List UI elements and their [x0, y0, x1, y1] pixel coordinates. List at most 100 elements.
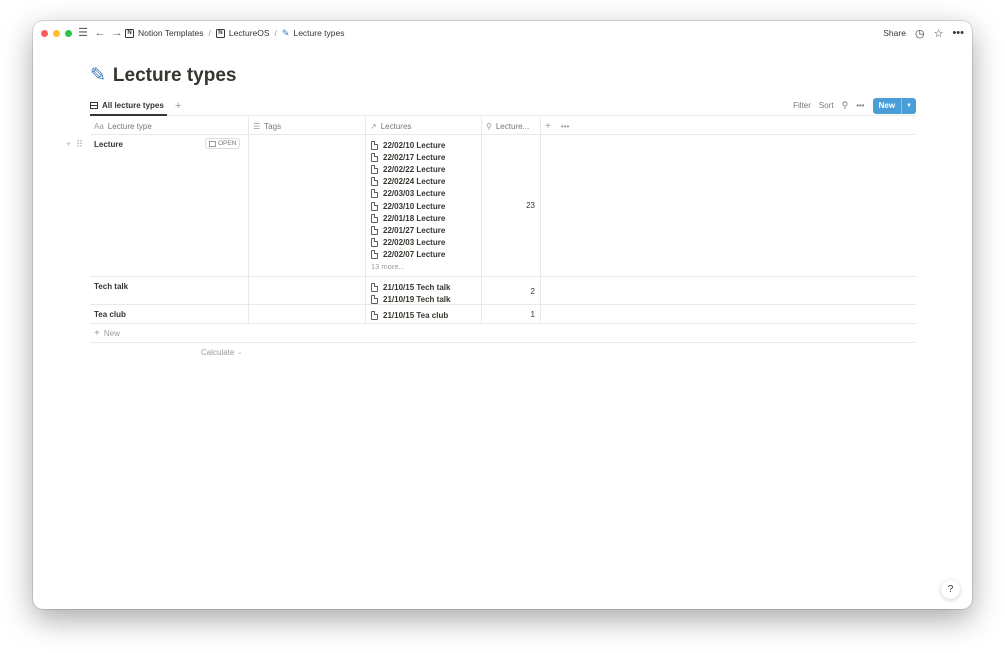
add-property-icon[interactable]: +: [545, 121, 551, 132]
list-item[interactable]: 22/03/10 Lecture: [371, 200, 445, 212]
relation-label: 22/02/07 Lecture: [383, 250, 446, 260]
new-row-label: New: [103, 328, 120, 338]
breadcrumb-label: Lecture types: [293, 28, 345, 38]
cell-lectures[interactable]: 22/02/10 Lecture 22/02/17 Lecture 22/02/…: [366, 135, 482, 276]
list-item[interactable]: 21/10/15 Tech talk: [371, 281, 450, 293]
column-header-actions: + •••: [541, 117, 916, 134]
relation-label: 22/02/22 Lecture: [383, 164, 446, 174]
cell-tags[interactable]: [249, 305, 366, 323]
add-new-row-button[interactable]: + New: [90, 324, 916, 343]
minimize-window-button[interactable]: [53, 30, 60, 37]
add-view-icon[interactable]: +: [175, 100, 181, 112]
table-icon: [90, 102, 98, 109]
row-title[interactable]: Tech talk: [94, 282, 128, 291]
relation-label: 21/10/15 Tech talk: [383, 282, 451, 292]
new-button[interactable]: New ▼: [872, 97, 916, 114]
more-relations-link[interactable]: 13 more...: [371, 262, 445, 271]
list-item[interactable]: 22/01/18 Lecture: [371, 212, 445, 224]
top-bar: ☰ ← → N Notion Templates / N LectureOS /…: [33, 21, 972, 45]
row-handle[interactable]: + ⠿: [66, 139, 83, 150]
drag-handle-icon[interactable]: ⠿: [76, 139, 83, 150]
breadcrumb: N Notion Templates / N LectureOS / ✎ Lec…: [125, 26, 345, 40]
row-title[interactable]: Tea club: [94, 310, 126, 319]
view-actions: Filter Sort ⚲ ••• New ▼: [793, 97, 916, 114]
forward-arrow-icon[interactable]: →: [111, 26, 123, 40]
cell-tags[interactable]: [249, 135, 366, 276]
relation-label: 22/01/27 Lecture: [383, 225, 446, 235]
cell-lecture-type[interactable]: Tea club: [90, 305, 249, 323]
count-value: 2: [530, 287, 535, 296]
breadcrumb-item-lectureos[interactable]: N LectureOS: [215, 28, 270, 38]
more-options-icon[interactable]: •••: [952, 27, 964, 39]
relation-arrow-icon: ↗: [370, 121, 377, 131]
relation-label: 22/02/10 Lecture: [383, 140, 446, 150]
share-button[interactable]: Share: [883, 28, 906, 38]
column-header-lectures[interactable]: ↗ Lectures: [366, 117, 482, 134]
list-item[interactable]: 22/02/03 Lecture: [371, 237, 445, 249]
chevron-down-icon[interactable]: ▼: [901, 97, 916, 114]
star-icon[interactable]: ☆: [934, 27, 944, 40]
pencil-icon[interactable]: ✎: [90, 64, 106, 87]
add-row-icon[interactable]: +: [66, 139, 71, 150]
window-controls: [41, 30, 72, 37]
new-button-label[interactable]: New: [873, 101, 901, 110]
cell-lecture-type[interactable]: Tech talk: [90, 277, 249, 304]
plus-icon: +: [94, 327, 100, 339]
page-icon: [371, 213, 378, 223]
column-header-lecture-count[interactable]: ⚲ Lecture...: [482, 117, 541, 134]
column-header-lecture-type[interactable]: Aa Lecture type: [90, 117, 249, 134]
column-header-tags[interactable]: ☰ Tags: [249, 117, 366, 134]
table-row[interactable]: Tea club 21/10/15 Tea club 1: [90, 305, 916, 324]
page-icon: [371, 225, 378, 235]
relation-label: 22/01/18 Lecture: [383, 213, 446, 223]
list-item[interactable]: 21/10/19 Tech talk: [371, 293, 450, 305]
text-property-icon: Aa: [94, 121, 104, 131]
calculate-button[interactable]: Calculate ⌄: [201, 343, 242, 362]
cell-lecture-count[interactable]: 1: [482, 305, 541, 323]
back-arrow-icon[interactable]: ←: [94, 26, 106, 40]
page-header: ✎ Lecture types: [90, 64, 236, 87]
page-icon: [371, 177, 378, 187]
tab-all-lecture-types[interactable]: All lecture types: [90, 97, 167, 116]
chevron-down-icon: ⌄: [237, 350, 243, 356]
list-item[interactable]: 22/03/03 Lecture: [371, 188, 445, 200]
close-window-button[interactable]: [41, 30, 48, 37]
page-icon: [371, 282, 378, 292]
cell-lecture-type[interactable]: Lecture OPEN: [90, 135, 249, 276]
clock-icon[interactable]: ◷: [915, 27, 925, 40]
breadcrumb-item-notion-templates[interactable]: N Notion Templates: [125, 28, 204, 38]
table-row[interactable]: + ⠿ Lecture OPEN 22/02/10 Lecture 22/02/…: [66, 135, 916, 277]
cell-tags[interactable]: [249, 277, 366, 304]
list-item[interactable]: 22/02/07 Lecture: [371, 249, 445, 261]
search-icon[interactable]: ⚲: [842, 100, 849, 111]
column-label: Lectures: [380, 121, 412, 131]
open-page-button[interactable]: OPEN: [205, 138, 241, 149]
filter-button[interactable]: Filter: [793, 101, 811, 110]
cell-empty: [541, 277, 916, 304]
calculate-label: Calculate: [201, 348, 235, 357]
maximize-window-button[interactable]: [65, 30, 72, 37]
page-title[interactable]: Lecture types: [113, 65, 237, 87]
list-item[interactable]: 22/02/24 Lecture: [371, 176, 445, 188]
list-item[interactable]: 22/02/17 Lecture: [371, 151, 445, 163]
page-icon: [371, 294, 378, 304]
list-item[interactable]: 21/10/15 Tea club: [371, 309, 448, 321]
relation-label: 21/10/19 Tech talk: [383, 294, 451, 304]
sort-button[interactable]: Sort: [819, 101, 834, 110]
more-icon[interactable]: •••: [856, 101, 864, 110]
cell-lecture-count[interactable]: 23: [482, 135, 541, 276]
list-item[interactable]: 22/02/22 Lecture: [371, 163, 445, 175]
cell-lectures[interactable]: 21/10/15 Tea club: [366, 305, 482, 323]
more-icon[interactable]: •••: [561, 122, 569, 131]
cell-lectures[interactable]: 21/10/15 Tech talk 21/10/19 Tech talk: [366, 277, 482, 304]
row-title[interactable]: Lecture: [94, 140, 123, 149]
table-row[interactable]: Tech talk 21/10/15 Tech talk 21/10/19 Te…: [90, 277, 916, 305]
cell-lecture-count[interactable]: 2: [482, 277, 541, 304]
breadcrumb-item-lecture-types[interactable]: ✎ Lecture types: [282, 28, 345, 39]
list-item[interactable]: 22/02/10 Lecture: [371, 139, 445, 151]
sidebar-menu-icon[interactable]: ☰: [77, 26, 89, 40]
help-button[interactable]: ?: [941, 580, 960, 599]
list-item[interactable]: 22/01/27 Lecture: [371, 224, 445, 236]
column-label: Lecture type: [107, 121, 152, 131]
notion-logo-icon: N: [125, 28, 134, 38]
